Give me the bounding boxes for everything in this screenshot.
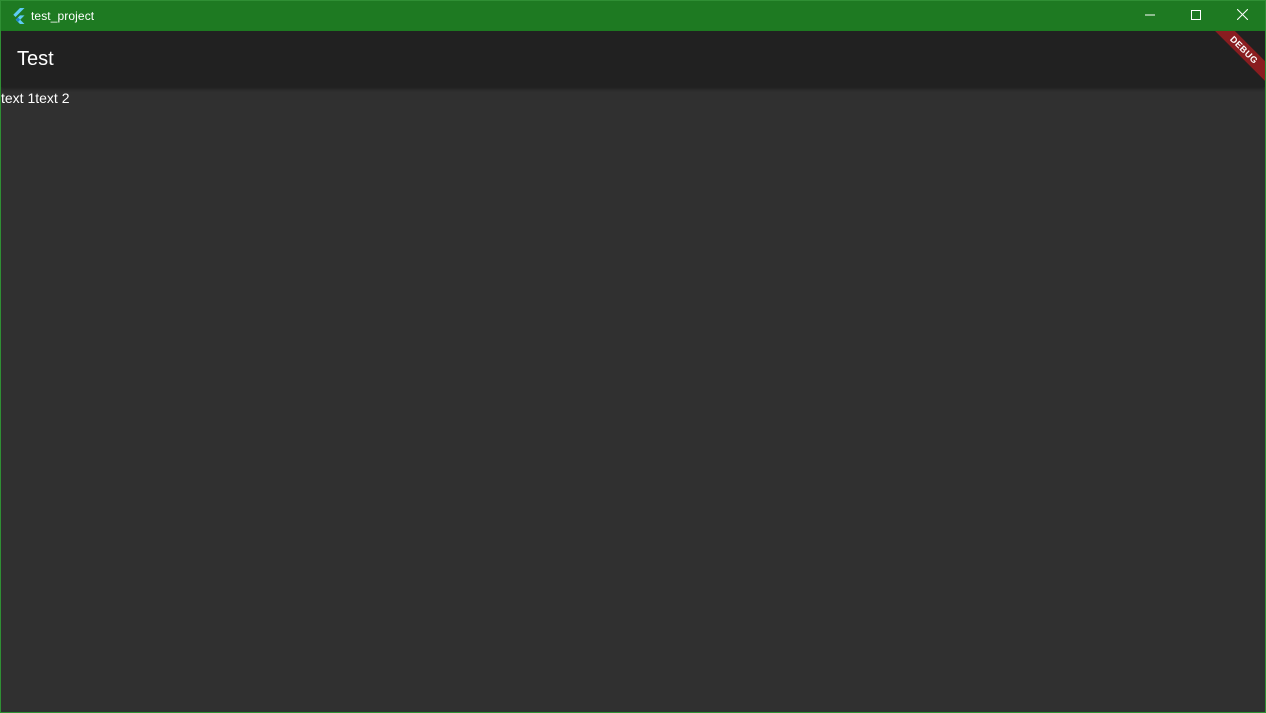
text-row: text 1 text 2 bbox=[1, 87, 1265, 106]
flutter-logo-icon bbox=[10, 8, 26, 24]
appbar-title: Test bbox=[17, 47, 54, 70]
debug-banner: DEBUG bbox=[1207, 31, 1265, 89]
app-bar: Test bbox=[1, 31, 1265, 87]
text-item-1: text 1 bbox=[1, 90, 36, 106]
maximize-button[interactable] bbox=[1173, 1, 1219, 31]
debug-banner-label: DEBUG bbox=[1207, 31, 1265, 87]
window-titlebar[interactable]: test_project bbox=[1, 1, 1265, 31]
minimize-button[interactable] bbox=[1127, 1, 1173, 31]
maximize-icon bbox=[1191, 7, 1201, 25]
main-content: text 1 text 2 bbox=[1, 87, 1265, 712]
close-icon bbox=[1236, 7, 1248, 25]
close-button[interactable] bbox=[1219, 1, 1265, 31]
window-title: test_project bbox=[31, 9, 95, 23]
window-controls bbox=[1127, 1, 1265, 31]
text-item-2: text 2 bbox=[35, 90, 70, 106]
app-window: test_project Test DEBUG text 1 text 2 bbox=[0, 0, 1266, 713]
minimize-icon bbox=[1145, 7, 1155, 25]
